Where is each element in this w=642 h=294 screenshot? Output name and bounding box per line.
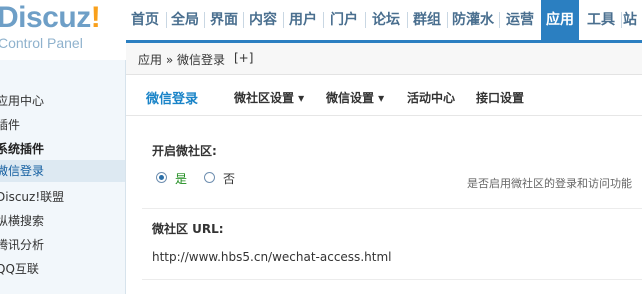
tab-wechat-settings[interactable]: 微信设置 ▾: [326, 89, 384, 106]
nav-item-user[interactable]: 用户: [285, 0, 321, 40]
nav-divider: [447, 12, 448, 28]
main-content: 微信登录 微社区设置 ▾ 微信设置 ▾ 活动中心 接口设置 开启微社区: 是 否…: [126, 75, 642, 294]
radio-selected-dot: [159, 175, 164, 180]
nav-item-portal[interactable]: 门户: [325, 0, 363, 40]
nav-item-global[interactable]: 全局: [168, 0, 202, 40]
nav-item-antispam[interactable]: 防灌水: [449, 0, 497, 40]
tab-api-settings[interactable]: 接口设置: [476, 89, 524, 106]
radio-yes-label[interactable]: 是: [175, 170, 187, 187]
radio-yes[interactable]: [156, 172, 167, 183]
sidebar-item-app-center[interactable]: 应用中心: [0, 92, 44, 109]
sidebar-item-plugins[interactable]: 插件: [0, 116, 20, 133]
sidebar: 应用中心 插件 系统插件 微信登录 Discuz!联盟 纵横搜索 腾讯分析 QQ…: [0, 60, 126, 294]
section-divider: [142, 279, 642, 280]
nav-divider: [407, 12, 408, 28]
breadcrumb: 应用 » 微信登录 [+]: [126, 43, 642, 75]
nav-divider: [243, 12, 244, 28]
breadcrumb-path: 应用 » 微信登录: [138, 53, 225, 67]
nav-item-group[interactable]: 群组: [409, 0, 445, 40]
add-shortcut-button[interactable]: [+]: [234, 51, 253, 65]
logo[interactable]: Discuz! Control Panel: [0, 0, 126, 60]
nav-item-style[interactable]: 界面: [206, 0, 242, 40]
sidebar-item-analytics[interactable]: 腾讯分析: [0, 236, 44, 253]
sidebar-item-wechat-login[interactable]: 微信登录: [0, 160, 125, 182]
tab-activity-center[interactable]: 活动中心: [407, 89, 455, 106]
sidebar-group-system-plugins[interactable]: 系统插件: [0, 140, 44, 157]
nav-item-site[interactable]: 站: [623, 0, 642, 40]
sidebar-item-qq-connect[interactable]: QQ互联: [0, 260, 39, 277]
sidebar-item-discuz-union[interactable]: Discuz!联盟: [0, 188, 64, 205]
nav-divider: [283, 12, 284, 28]
tab-bar: 微信登录 微社区设置 ▾ 微信设置 ▾ 活动中心 接口设置: [126, 75, 642, 116]
nav-divider: [621, 12, 622, 28]
logo-wordmark: Discuz!: [0, 1, 101, 34]
nav-divider: [365, 12, 366, 28]
tab-community-settings[interactable]: 微社区设置 ▾: [234, 89, 304, 106]
nav-divider: [499, 12, 500, 28]
radio-no-label[interactable]: 否: [223, 170, 235, 187]
section-divider: [142, 208, 642, 209]
nav-item-forum[interactable]: 论坛: [367, 0, 405, 40]
community-url-label: 微社区 URL:: [152, 222, 224, 236]
enable-community-label: 开启微社区:: [152, 144, 217, 158]
nav-item-content[interactable]: 内容: [245, 0, 281, 40]
community-url-value: http://www.hbs5.cn/wechat-access.html: [152, 250, 392, 264]
tab-wechat-login[interactable]: 微信登录: [146, 88, 198, 107]
nav-divider: [323, 12, 324, 28]
nav-item-operation[interactable]: 运营: [501, 0, 539, 40]
sidebar-item-search[interactable]: 纵横搜索: [0, 212, 44, 229]
top-nav: 首页 全局 界面 内容 用户 门户 论坛 群组 防灌水 运营 应用 工具 站: [126, 0, 642, 43]
nav-item-tools[interactable]: 工具: [581, 0, 621, 40]
enable-community-hint: 是否启用微社区的登录和访问功能: [467, 177, 632, 190]
nav-divider: [166, 12, 167, 28]
logo-subtitle: Control Panel: [0, 35, 83, 51]
nav-item-app[interactable]: 应用: [541, 0, 579, 40]
nav-divider: [204, 12, 205, 28]
radio-no[interactable]: [204, 172, 215, 183]
nav-item-home[interactable]: 首页: [126, 0, 164, 40]
